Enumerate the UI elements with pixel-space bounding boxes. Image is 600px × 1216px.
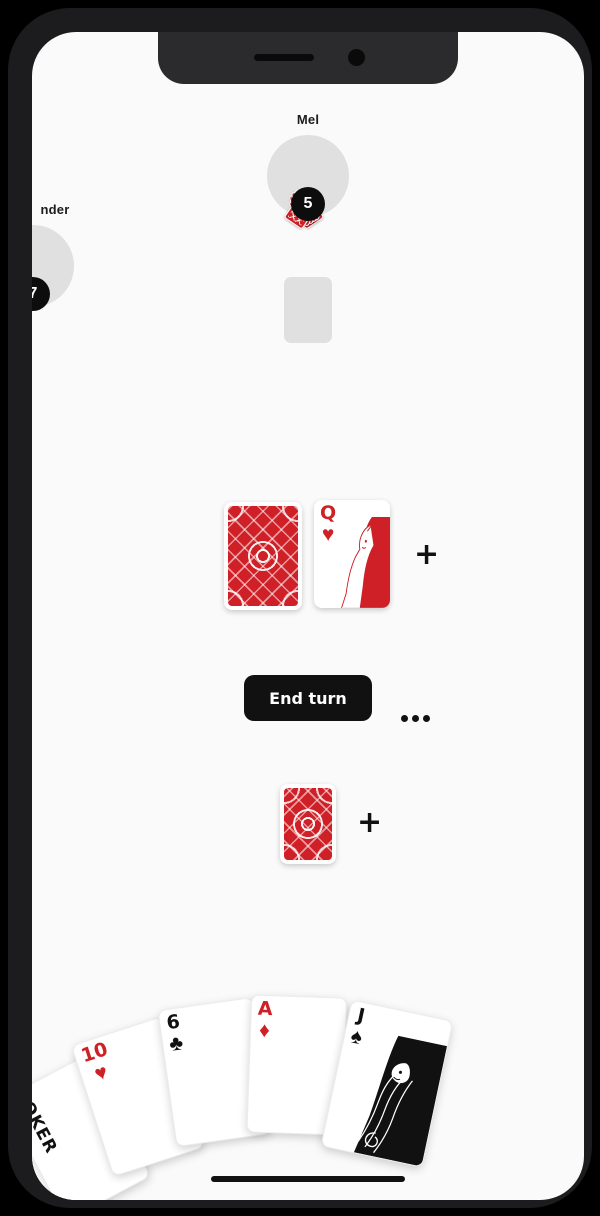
- card-corner: 6 ♣: [165, 1010, 185, 1056]
- card-rank: J: [355, 1004, 367, 1028]
- dot: [423, 715, 430, 722]
- screenshot-root: Mel 5 nder 7 Q ♥ + End turn + JOKER 10 ♥…: [0, 0, 600, 1216]
- opponent-name: Mel: [296, 112, 320, 127]
- draw-deck-back[interactable]: [280, 784, 336, 864]
- draw-add-icon[interactable]: +: [357, 808, 382, 838]
- opponent-mel[interactable]: Mel 5: [267, 112, 349, 231]
- jack-portrait-art: [353, 1035, 448, 1167]
- phone-notch: [158, 32, 458, 84]
- card-rank: 6: [165, 1010, 182, 1035]
- player-hand: 7 ♣ JOKER 10 ♥ 6: [32, 910, 584, 1200]
- empty-card-slot[interactable]: [284, 277, 332, 343]
- card-back-pattern: [228, 506, 298, 606]
- opponent-card-fan: 7: [32, 277, 74, 321]
- card-suit-icon: ♥: [91, 1060, 111, 1086]
- card-count-badge: 5: [291, 187, 325, 221]
- discard-add-icon[interactable]: +: [414, 540, 439, 570]
- front-camera-icon: [348, 49, 365, 66]
- queen-portrait-art: [340, 517, 390, 608]
- opponent-name: nder: [40, 202, 70, 217]
- phone-screen: Mel 5 nder 7 Q ♥ + End turn + JOKER 10 ♥…: [32, 32, 584, 1200]
- card-rank: A: [257, 997, 273, 1021]
- card-back-pattern: [284, 788, 332, 860]
- card-suit-icon: ♥: [321, 523, 335, 546]
- card-corner: J ♠: [348, 1004, 368, 1050]
- card-corner: A ♦: [257, 997, 273, 1043]
- speaker-slot-icon: [254, 54, 314, 61]
- card-corner: 10 ♥: [78, 1038, 117, 1087]
- queen-of-hearts-card[interactable]: Q ♥: [314, 500, 390, 608]
- more-options-button[interactable]: [401, 715, 430, 722]
- card-corner: Q ♥: [320, 502, 337, 546]
- phone-body: Mel 5 nder 7 Q ♥ + End turn + JOKER 10 ♥…: [8, 8, 592, 1208]
- card-count-badge: 7: [32, 277, 50, 311]
- card-rank: JOKER: [32, 1091, 62, 1158]
- opponent-left-offscreen[interactable]: nder 7: [32, 202, 74, 321]
- opponent-card-fan: 5: [267, 187, 349, 231]
- card-suit-icon: ♠: [348, 1024, 365, 1050]
- card-suit-icon: ♦: [258, 1018, 271, 1043]
- end-turn-button[interactable]: End turn: [244, 675, 372, 721]
- card-rank: Q: [320, 502, 337, 524]
- card-corner: JOKER: [32, 1091, 62, 1158]
- dot: [401, 715, 408, 722]
- card-suit-icon: ♣: [167, 1031, 185, 1056]
- home-indicator: [211, 1176, 405, 1182]
- discard-deck-back[interactable]: [224, 502, 302, 610]
- dot: [412, 715, 419, 722]
